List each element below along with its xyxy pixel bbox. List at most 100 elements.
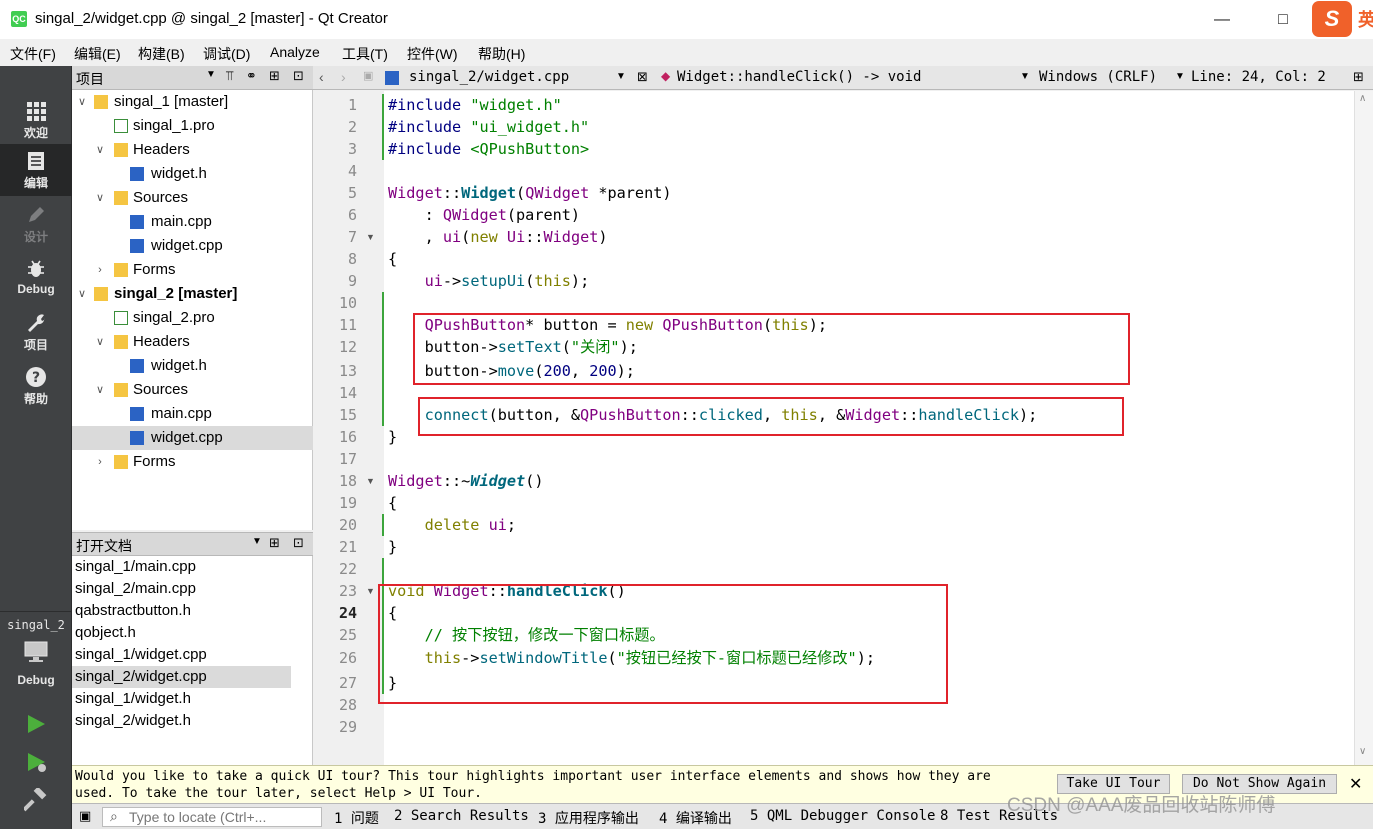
open-doc-item[interactable]: singal_2/widget.h — [72, 710, 291, 732]
tree-project-singal-1[interactable]: ∨ singal_1 [master] — [72, 90, 313, 114]
maximize-button[interactable]: □ — [1260, 6, 1306, 34]
tree-file-pro[interactable]: singal_1.pro — [72, 114, 313, 138]
tree-file-widget-h[interactable]: widget.h — [72, 162, 313, 186]
tree-label: Sources — [133, 381, 189, 398]
expand-arrow-icon[interactable]: ∨ — [94, 138, 106, 162]
sogou-ime-icon[interactable]: S — [1312, 1, 1352, 37]
close-file-icon[interactable]: ⊠ — [637, 69, 648, 85]
forward-arrow-icon[interactable]: › — [341, 69, 346, 85]
fold-marker-icon[interactable]: ▼ — [366, 586, 375, 596]
open-doc-item[interactable]: singal_1/widget.cpp — [72, 644, 291, 666]
menu-edit[interactable]: 编辑(E) — [74, 44, 121, 64]
close-panel-icon[interactable]: ⊡ — [293, 535, 304, 551]
expand-arrow-icon[interactable]: ∨ — [94, 378, 106, 402]
tree-label: main.cpp — [151, 213, 212, 230]
tree-file-main-cpp[interactable]: main.cpp — [72, 210, 313, 234]
tree-folder-sources[interactable]: ∨ Sources — [72, 378, 313, 402]
link-icon[interactable]: ⚭ — [246, 68, 257, 84]
tree-label: widget.h — [151, 357, 207, 374]
mode-edit[interactable]: 编辑 — [0, 144, 72, 196]
tree-file-widget-cpp-selected[interactable]: widget.cpp — [72, 426, 313, 450]
split-editor-icon[interactable]: ⊞ — [1353, 69, 1364, 85]
cursor-position[interactable]: Line: 24, Col: 2 — [1191, 69, 1326, 85]
kit-build-mode[interactable]: Debug — [0, 673, 72, 687]
file-dropdown-icon[interactable]: ▼ — [616, 71, 626, 82]
tab-issues[interactable]: 1 问题 — [334, 808, 379, 828]
menu-file[interactable]: 文件(F) — [10, 44, 56, 64]
tree-folder-sources[interactable]: ∨ Sources — [72, 186, 313, 210]
tree-file-widget-cpp[interactable]: widget.cpp — [72, 234, 313, 258]
menu-debug[interactable]: 调试(D) — [203, 44, 250, 64]
expand-arrow-icon[interactable]: ∨ — [94, 330, 106, 354]
current-file-selector[interactable]: singal_2/widget.cpp — [409, 69, 569, 85]
tab-search-results[interactable]: 2 Search Results — [394, 808, 529, 824]
tree-project-singal-2[interactable]: ∨ singal_2 [master] — [72, 282, 313, 306]
expand-arrow-icon[interactable]: ∨ — [94, 186, 106, 210]
collapse-arrow-icon[interactable]: › — [94, 258, 106, 282]
annotation-box-connect — [418, 397, 1124, 436]
menu-analyze[interactable]: Analyze — [270, 44, 320, 60]
open-doc-item[interactable]: singal_2/main.cpp — [72, 578, 291, 600]
line-number: 10 — [338, 294, 357, 312]
folder-icon — [114, 383, 128, 397]
scroll-down-icon[interactable]: ∨ — [1359, 746, 1366, 757]
line-number: 11 — [338, 316, 357, 334]
tree-folder-headers[interactable]: ∨ Headers — [72, 330, 313, 354]
tab-compile-output[interactable]: 4 编译输出 — [659, 808, 732, 828]
open-doc-item[interactable]: singal_1/widget.h — [72, 688, 291, 710]
ime-mode-label[interactable]: 英 — [1358, 6, 1373, 32]
expand-arrow-icon[interactable]: ∨ — [76, 90, 88, 114]
debug-run-icon[interactable] — [26, 752, 48, 774]
split-icon[interactable]: ⊞ — [269, 535, 280, 551]
line-ending-selector[interactable]: Windows (CRLF) — [1039, 69, 1157, 85]
open-doc-item-selected[interactable]: singal_2/widget.cpp — [72, 666, 291, 688]
tree-file-widget-h[interactable]: widget.h — [72, 354, 313, 378]
mode-welcome-label: 欢迎 — [23, 126, 48, 140]
symbol-dropdown-icon[interactable]: ▼ — [1020, 71, 1030, 82]
scroll-up-icon[interactable]: ∧ — [1359, 93, 1366, 104]
open-doc-item[interactable]: qobject.h — [72, 622, 291, 644]
line-ending-dropdown-icon[interactable]: ▼ — [1175, 71, 1185, 82]
fold-marker-icon[interactable]: ▼ — [366, 476, 375, 486]
filter-icon[interactable]: ⫪ — [226, 68, 233, 84]
line-number: 24 — [338, 604, 357, 622]
editor-scrollbar[interactable]: ∧ ∨ — [1354, 91, 1373, 765]
menu-build[interactable]: 构建(B) — [138, 44, 185, 64]
toggle-sidebar-icon[interactable]: ▣ — [79, 808, 91, 824]
minimize-button[interactable]: — — [1199, 6, 1245, 34]
tree-folder-headers[interactable]: ∨ Headers — [72, 138, 313, 162]
fold-marker-icon[interactable]: ▼ — [366, 232, 375, 242]
kit-name[interactable]: singal_2 — [0, 618, 72, 632]
back-arrow-icon[interactable]: ‹ — [319, 69, 324, 85]
view-dropdown-icon[interactable]: ▼ — [206, 69, 216, 80]
mode-design[interactable]: 设计 — [0, 198, 72, 250]
tree-file-main-cpp[interactable]: main.cpp — [72, 402, 313, 426]
dropdown-icon[interactable]: ▼ — [252, 536, 262, 547]
mode-welcome[interactable]: 欢迎 — [0, 94, 72, 146]
menu-controls[interactable]: 控件(W) — [407, 44, 458, 64]
close-panel-icon[interactable]: ⊡ — [293, 68, 304, 84]
tree-folder-forms[interactable]: › Forms — [72, 258, 313, 282]
expand-arrow-icon[interactable]: ∨ — [76, 282, 88, 306]
menu-tools[interactable]: 工具(T) — [342, 44, 388, 64]
mode-debug[interactable]: Debug — [0, 252, 72, 304]
collapse-arrow-icon[interactable]: › — [94, 450, 106, 474]
monitor-icon[interactable] — [24, 641, 48, 663]
tab-qml-debugger-console[interactable]: 5 QML Debugger Console — [750, 808, 935, 824]
close-icon[interactable]: ✕ — [1349, 774, 1362, 794]
tree-file-pro[interactable]: singal_2.pro — [72, 306, 313, 330]
open-doc-item[interactable]: singal_1/main.cpp — [72, 556, 291, 578]
open-doc-item[interactable]: qabstractbutton.h — [72, 600, 291, 622]
mode-help[interactable]: ? 帮助 — [0, 360, 72, 412]
symbol-selector[interactable]: Widget::handleClick() -> void — [677, 69, 921, 85]
locator-input[interactable]: Type to locate (Ctrl+... — [102, 807, 322, 827]
mode-projects[interactable]: 项目 — [0, 306, 72, 358]
tab-application-output[interactable]: 3 应用程序输出 — [538, 808, 639, 828]
tree-label: widget.cpp — [151, 237, 223, 254]
build-hammer-icon[interactable] — [24, 788, 48, 812]
split-icon[interactable]: ⊞ — [269, 68, 280, 84]
tree-folder-forms[interactable]: › Forms — [72, 450, 313, 474]
code-editor[interactable]: #include "widget.h" #include "ui_widget.… — [378, 91, 1354, 765]
menu-help[interactable]: 帮助(H) — [478, 44, 525, 64]
run-icon[interactable] — [26, 714, 46, 734]
